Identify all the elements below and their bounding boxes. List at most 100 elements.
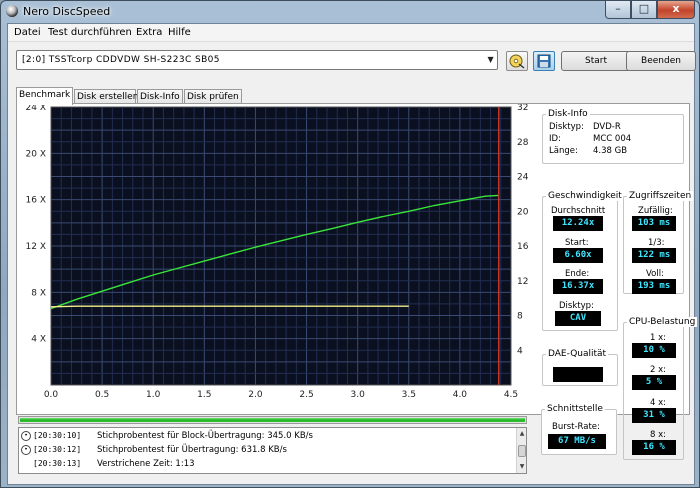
disk-cav-value: CAV — [555, 311, 601, 326]
menu-hilfe[interactable]: Hilfe — [168, 27, 191, 38]
disc-key-icon — [509, 54, 525, 69]
scroll-thumb[interactable] — [518, 445, 526, 457]
menu-extra[interactable]: Extra — [136, 27, 162, 38]
disk-info-group: Disk-Info Disktyp: DVD-R ID: MCC 004 Län… — [542, 109, 684, 164]
disk-cav-label: Disktyp: — [559, 301, 594, 311]
tab-benchmark[interactable]: Benchmark — [16, 87, 73, 105]
x-tick-label: 1.5 — [197, 390, 211, 400]
y-right-tick-label: 24 — [517, 173, 529, 183]
cpu-2x-label: 2 x: — [650, 365, 667, 375]
drive-select[interactable]: [2:0] TSSTcorp CDDVDW SH-S223C SB05 ▼ — [16, 50, 498, 70]
access-third-value: 122 ms — [632, 248, 676, 263]
log-time: [20:30:13] — [33, 459, 82, 468]
maximize-button[interactable]: □ — [631, 1, 657, 19]
menu-test-durchfuehren[interactable]: Test durchführen — [48, 27, 132, 38]
y-left-tick-label: 4 X — [31, 335, 46, 345]
x-tick-label: 1.0 — [146, 390, 161, 400]
info-clock-icon: • — [21, 445, 31, 455]
end-speed-value: 16.37x — [553, 279, 603, 294]
log-time: [20:30:10] — [33, 431, 82, 440]
disk-length-value: 4.38 GB — [593, 146, 628, 156]
access-third-label: 1/3: — [648, 238, 665, 248]
x-tick-label: 0.5 — [95, 390, 109, 400]
burst-rate-value: 67 MB/s — [548, 434, 606, 449]
dae-quality-value — [553, 367, 603, 382]
app-window: Nero DiscSpeed – □ x Datei Test durchfüh… — [0, 0, 700, 488]
cpu-8x-label: 8 x: — [650, 430, 667, 440]
x-tick-label: 4.0 — [453, 390, 468, 400]
access-times-title: Zugriffszeiten — [627, 191, 694, 201]
start-speed-label: Start: — [565, 238, 589, 248]
y-right-tick-label: 28 — [517, 138, 529, 148]
speed-group: Geschwindigkeit Durchschnitt 12.24x Star… — [542, 191, 624, 331]
tab-disk-erstellen[interactable]: Disk erstellen — [74, 89, 138, 104]
save-button[interactable] — [533, 51, 555, 71]
cpu-4x-label: 4 x: — [650, 398, 667, 408]
cpu-1x-value: 10 % — [632, 343, 676, 358]
disk-id-label: ID: — [549, 134, 561, 144]
x-tick-label: 0.0 — [44, 390, 59, 400]
progress-bar — [18, 416, 527, 424]
disk-type-value: DVD-R — [593, 122, 621, 132]
y-right-tick-label: 12 — [517, 277, 528, 287]
dae-quality-title: DAE-Qualität — [546, 349, 609, 359]
title-bar[interactable]: Nero DiscSpeed – □ x — [1, 1, 699, 21]
window-title: Nero DiscSpeed — [23, 5, 111, 18]
transfer-rate-chart: 4 X 8 X 12 X 16 X 20 X 24 X 4 8 12 16 20 24 28 32 0.0 0… — [26, 104, 529, 400]
scroll-down-icon[interactable]: ▼ — [517, 462, 526, 472]
log-list[interactable]: • [20:30:10] Stichprobentest für Block-Ü… — [18, 427, 527, 474]
avg-speed-label: Durchschnitt — [551, 206, 606, 216]
end-speed-label: Ende: — [565, 269, 590, 279]
end-button[interactable]: Beenden — [626, 51, 696, 71]
log-scrollbar[interactable]: ▲ ▼ — [516, 428, 526, 473]
minimize-button[interactable]: – — [605, 1, 631, 19]
tab-disk-pruefen[interactable]: Disk prüfen — [184, 89, 242, 104]
start-button[interactable]: Start — [561, 51, 631, 71]
chevron-down-icon: ▼ — [487, 55, 494, 64]
log-message: Verstrichene Zeit: 1:13 — [97, 459, 195, 469]
y-right-tick-label: 16 — [517, 242, 529, 252]
cpu-8x-value: 16 % — [632, 440, 676, 455]
avg-speed-value: 12.24x — [553, 216, 603, 231]
cpu-load-group: CPU-Belastung 1 x: 10 % 2 x: 5 % 4 x: 31… — [623, 317, 698, 460]
progress-fill — [20, 418, 525, 422]
x-tick-label: 2.0 — [248, 390, 263, 400]
y-left-tick-label: 24 X — [26, 104, 46, 113]
disk-type-label: Disktyp: — [549, 122, 584, 132]
access-full-label: Voll: — [646, 269, 664, 279]
cpu-1x-label: 1 x: — [650, 333, 667, 343]
menu-datei[interactable]: Datei — [14, 27, 41, 38]
info-clock-icon: • — [21, 431, 31, 441]
tab-disk-info[interactable]: Disk-Info — [137, 89, 183, 104]
disk-id-value: MCC 004 — [593, 134, 632, 144]
nero-disc-icon — [6, 5, 18, 17]
disk-info-title: Disk-Info — [546, 109, 590, 119]
disc-info-button[interactable] — [506, 51, 528, 71]
y-left-tick-label: 8 X — [31, 288, 46, 298]
y-right-tick-label: 20 — [517, 207, 529, 217]
disk-length-label: Länge: — [549, 146, 578, 156]
x-tick-label: 4.5 — [504, 390, 518, 400]
cpu-2x-value: 5 % — [632, 375, 676, 390]
speed-title: Geschwindigkeit — [546, 191, 624, 201]
y-right-tick-label: 4 — [517, 346, 523, 356]
x-tick-label: 3.5 — [402, 390, 416, 400]
access-full-value: 193 ms — [632, 279, 676, 294]
close-button[interactable]: x — [657, 1, 695, 19]
menu-bar: Datei Test durchführen Extra Hilfe — [8, 24, 694, 42]
interface-title: Schnittstelle — [545, 404, 605, 414]
drive-select-value: [2:0] TSSTcorp CDDVDW SH-S223C SB05 — [22, 55, 220, 65]
floppy-disk-icon — [537, 54, 551, 68]
burst-rate-label: Burst-Rate: — [552, 422, 600, 432]
log-message: Stichprobentest für Block-Übertragung: 3… — [97, 431, 313, 441]
y-left-tick-label: 16 X — [26, 196, 46, 206]
dae-quality-group: DAE-Qualität — [542, 349, 618, 386]
x-tick-label: 3.0 — [351, 390, 366, 400]
client-area: Datei Test durchführen Extra Hilfe [2:0]… — [7, 23, 698, 485]
scroll-up-icon[interactable]: ▲ — [517, 429, 526, 439]
access-random-value: 103 ms — [632, 216, 676, 231]
x-tick-label: 2.5 — [299, 390, 313, 400]
series-secondary-line — [50, 305, 409, 308]
y-right-tick-label: 8 — [517, 312, 523, 322]
y-right-tick-label: 32 — [517, 104, 528, 113]
